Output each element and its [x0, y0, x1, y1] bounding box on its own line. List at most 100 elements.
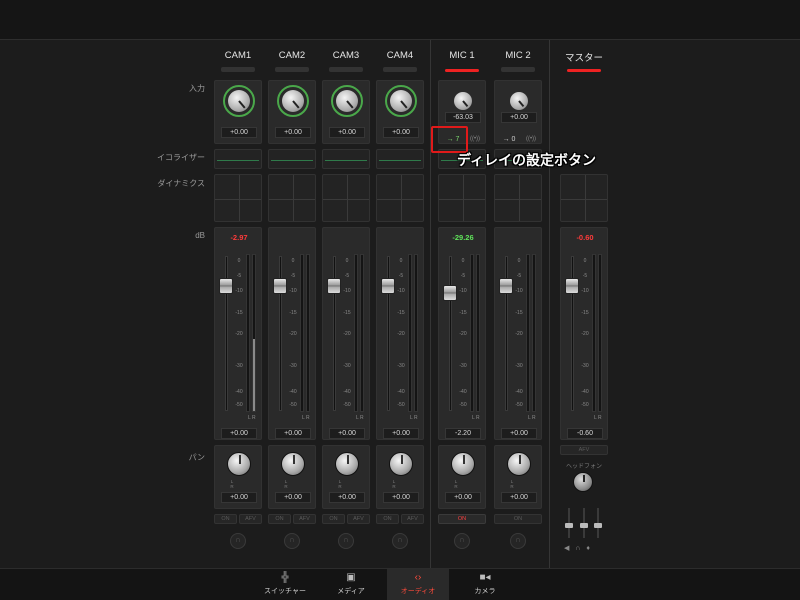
tab-switcher[interactable]: ╬ スイッチャー [254, 569, 316, 600]
equalizer-panel[interactable] [322, 149, 370, 169]
gain-value[interactable]: -63.03 [445, 112, 481, 123]
channel-name[interactable]: MIC 2 [494, 50, 542, 61]
afv-button[interactable]: AFV [347, 514, 370, 524]
dynamics-panel[interactable] [494, 174, 542, 222]
fader-handle[interactable] [327, 278, 341, 294]
level-meter-left [526, 254, 530, 412]
gain-knob[interactable] [331, 85, 363, 117]
dynamics-panel[interactable] [376, 174, 424, 222]
talkback-level-slider[interactable] [594, 508, 602, 538]
fader-value[interactable]: +0.00 [221, 428, 257, 439]
slider-handle[interactable] [594, 523, 602, 528]
fader-value[interactable]: +0.00 [383, 428, 419, 439]
delay-button[interactable]: → 0 [499, 135, 519, 144]
stereo-link-icon[interactable]: ((•)) [465, 135, 485, 144]
gain-knob-cap[interactable] [510, 92, 528, 110]
fader-handle[interactable] [219, 278, 233, 294]
pan-value[interactable]: +0.00 [329, 492, 365, 503]
afv-button[interactable]: AFV [293, 514, 316, 524]
pan-knob[interactable] [281, 452, 305, 476]
speaker-level-slider[interactable] [565, 508, 573, 538]
gain-value[interactable]: +0.00 [501, 112, 537, 123]
channel-name[interactable]: CAM4 [376, 50, 424, 61]
gain-knob-cap[interactable] [454, 92, 472, 110]
tab-media[interactable]: ▣ メディア [320, 569, 382, 600]
eq-curve [271, 160, 313, 161]
gain-knob-cap[interactable] [228, 90, 250, 112]
headphone-volume-knob[interactable] [573, 472, 593, 492]
fader-handle[interactable] [381, 278, 395, 294]
equalizer-panel[interactable] [214, 149, 262, 169]
on-button[interactable]: ON [214, 514, 237, 524]
pan-value[interactable]: +0.00 [221, 492, 257, 503]
tab-audio[interactable]: ‹› オーディオ [387, 569, 449, 600]
gain-value[interactable]: +0.00 [221, 127, 257, 138]
dynamics-panel[interactable] [322, 174, 370, 222]
gain-knob-cap[interactable] [282, 90, 304, 112]
pan-value[interactable]: +0.00 [445, 492, 481, 503]
on-button[interactable]: ON [376, 514, 399, 524]
pan-knob[interactable] [335, 452, 359, 476]
headphone-level-slider[interactable] [580, 508, 588, 538]
gain-value[interactable]: +0.00 [275, 127, 311, 138]
solo-headphone-button[interactable]: ∩ [284, 533, 300, 549]
master-dynamics-panel[interactable] [560, 174, 608, 222]
gain-value[interactable]: +0.00 [383, 127, 419, 138]
fader-track[interactable] [449, 256, 452, 411]
gain-knob[interactable] [385, 85, 417, 117]
solo-headphone-button[interactable]: ∩ [510, 533, 526, 549]
slider-handle[interactable] [580, 523, 588, 528]
on-button[interactable]: ON [438, 514, 486, 524]
master-fader-handle[interactable] [565, 278, 579, 294]
gain-value[interactable]: +0.00 [329, 127, 365, 138]
gain-knob-cap[interactable] [336, 90, 358, 112]
pan-knob[interactable] [389, 452, 413, 476]
on-button[interactable]: ON [494, 514, 542, 524]
solo-headphone-button[interactable]: ∩ [230, 533, 246, 549]
master-afv-button[interactable]: AFV [560, 445, 608, 455]
tab-camera[interactable]: ■◂ カメラ [454, 569, 516, 600]
solo-headphone-button[interactable]: ∩ [392, 533, 408, 549]
fader-handle[interactable] [443, 285, 457, 301]
on-button[interactable]: ON [322, 514, 345, 524]
gain-knob[interactable] [277, 85, 309, 117]
gain-knob-cap[interactable] [390, 90, 412, 112]
fader-handle[interactable] [499, 278, 513, 294]
fader-value[interactable]: -2.20 [445, 428, 481, 439]
stereo-link-icon[interactable]: ((•)) [521, 135, 541, 144]
pan-value[interactable]: +0.00 [275, 492, 311, 503]
pan-knob[interactable] [507, 452, 531, 476]
fader-value[interactable]: +0.00 [275, 428, 311, 439]
channel-name[interactable]: CAM3 [322, 50, 370, 61]
dynamics-panel[interactable] [214, 174, 262, 222]
on-button[interactable]: ON [268, 514, 291, 524]
master-fader-value[interactable]: -0.60 [567, 428, 603, 439]
solo-headphone-button[interactable]: ∩ [338, 533, 354, 549]
headphone-icon: ∩ [343, 535, 349, 544]
solo-headphone-button[interactable]: ∩ [454, 533, 470, 549]
channel-name[interactable]: CAM2 [268, 50, 316, 61]
afv-button[interactable]: AFV [239, 514, 262, 524]
fader-value[interactable]: +0.00 [501, 428, 537, 439]
pan-knob[interactable] [451, 452, 475, 476]
channel-name[interactable]: CAM1 [214, 50, 262, 61]
pan-value[interactable]: +0.00 [383, 492, 419, 503]
fader-value[interactable]: +0.00 [329, 428, 365, 439]
scale-tick: -50 [515, 402, 523, 408]
equalizer-panel[interactable] [268, 149, 316, 169]
gain-knob[interactable] [223, 85, 255, 117]
pan-knob[interactable] [227, 452, 251, 476]
fader-handle[interactable] [273, 278, 287, 294]
channel-name[interactable]: MIC 1 [438, 50, 486, 61]
dynamics-panel[interactable] [268, 174, 316, 222]
lr-label: L R [528, 415, 536, 421]
headphone-icon: ∩ [575, 545, 587, 552]
equalizer-panel[interactable] [376, 149, 424, 169]
pan-value[interactable]: +0.00 [501, 492, 537, 503]
channel-led [275, 67, 309, 72]
dynamics-grid-v [239, 175, 240, 221]
slider-handle[interactable] [565, 523, 573, 528]
dynamics-panel[interactable] [438, 174, 486, 222]
scale-tick: -30 [581, 363, 589, 369]
afv-button[interactable]: AFV [401, 514, 424, 524]
